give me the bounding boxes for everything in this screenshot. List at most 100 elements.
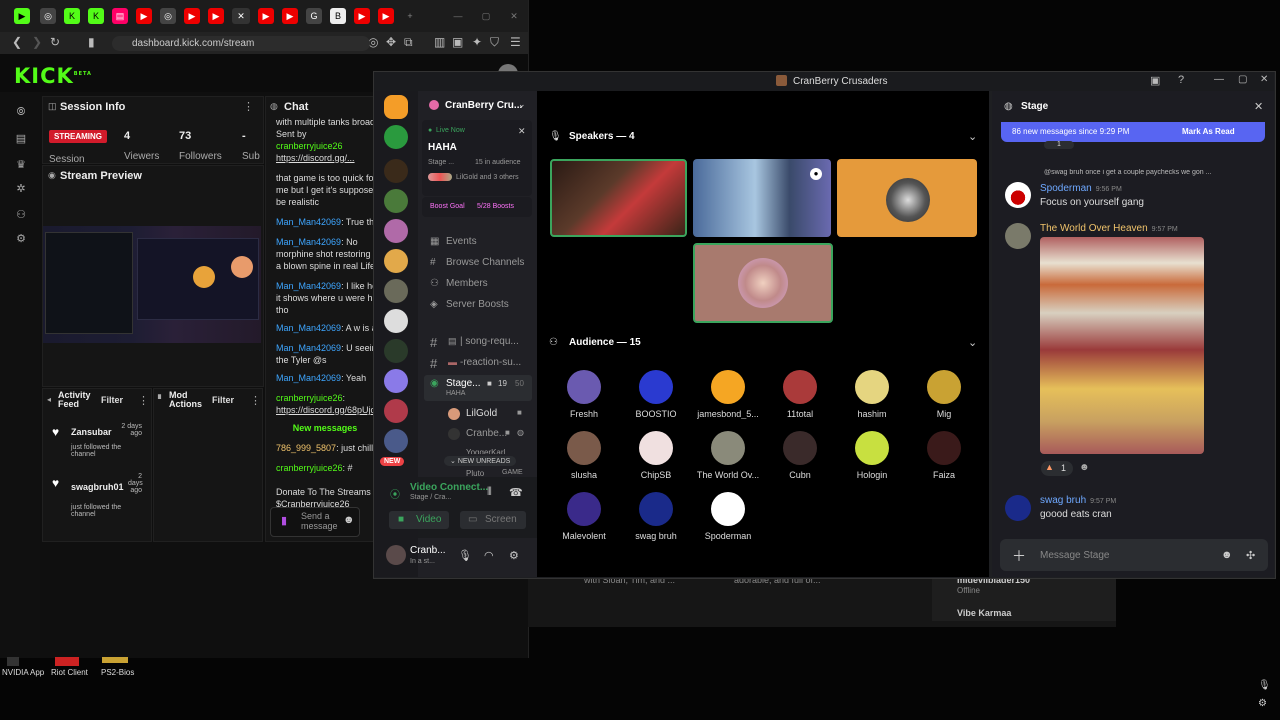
ps2-bios-icon[interactable]	[102, 657, 128, 663]
forward-icon[interactable]: ❯	[32, 35, 42, 49]
mic-icon[interactable]: 🎙	[1258, 680, 1271, 691]
audience-member[interactable]: slusha	[548, 431, 620, 480]
server-name[interactable]: CranBerry Cru...	[445, 100, 522, 111]
audience-member[interactable]: Mig	[908, 370, 980, 419]
tab-youtube-4[interactable]: ▶	[258, 8, 274, 24]
mod-filter-button[interactable]: Filter	[212, 395, 234, 405]
chat-username[interactable]: Man_Man42069	[276, 281, 341, 291]
stage-user[interactable]: Pluto	[466, 469, 484, 476]
audience-member[interactable]: swag bruh	[620, 492, 692, 541]
nvidia-app-icon[interactable]	[7, 657, 19, 666]
channel-song-requests[interactable]: | song-requ...	[460, 336, 519, 347]
smiley-icon[interactable]: ☻	[343, 514, 355, 526]
chat-username[interactable]: cranberryjuice26	[276, 393, 343, 403]
new-tab-icon[interactable]: +	[402, 8, 418, 24]
avatar[interactable]	[386, 545, 406, 565]
server-icon[interactable]	[384, 309, 408, 333]
tab-google[interactable]: G	[306, 8, 322, 24]
soundboard-icon[interactable]: ⦀	[487, 486, 492, 499]
tab-youtube-5[interactable]: ▶	[282, 8, 298, 24]
settings-icon[interactable]: ⚙	[1258, 698, 1267, 709]
inbox-icon[interactable]: ▣	[1150, 74, 1160, 87]
url-bar[interactable]: dashboard.kick.com/stream	[112, 36, 370, 51]
audience-member[interactable]: Spoderman	[692, 492, 764, 541]
audience-member[interactable]: The World Ov...	[692, 431, 764, 480]
activity-kebab-icon[interactable]: ⋮	[138, 394, 149, 407]
emoji-icon[interactable]: ☻	[1221, 549, 1233, 561]
tab-app[interactable]: ▤	[112, 8, 128, 24]
chevron-down-icon[interactable]: ⌄	[968, 130, 977, 143]
tab-youtube-7[interactable]: ▶	[378, 8, 394, 24]
server-icon[interactable]	[384, 159, 408, 183]
server-icon[interactable]	[384, 219, 408, 243]
tab-active-close-icon[interactable]: ✕	[232, 8, 250, 24]
tab-youtube-2[interactable]: ▶	[184, 8, 200, 24]
chat-username[interactable]: Man_Man42069	[276, 373, 341, 383]
close-icon[interactable]: ✕	[1254, 100, 1263, 113]
kick-logo[interactable]: KICKBETA	[14, 64, 92, 88]
settings-icon[interactable]: ⚙	[509, 549, 519, 562]
stage-user[interactable]: LilGold	[466, 408, 497, 419]
menu-browse-channels[interactable]: Browse Channels	[446, 257, 524, 268]
new-unreads-pill[interactable]: ⌄ NEW UNREADS	[444, 456, 517, 466]
back-icon[interactable]: ❮	[12, 35, 22, 49]
close-window-icon[interactable]: ✕	[506, 8, 522, 24]
tab-other[interactable]: B	[330, 8, 346, 24]
help-icon[interactable]: ?	[1178, 74, 1184, 86]
speaker-tile[interactable]	[550, 159, 687, 237]
stage-user[interactable]: Cranbe...	[466, 428, 507, 439]
audience-member[interactable]: jamesbond_5...	[692, 370, 764, 419]
discord-home-icon[interactable]	[384, 95, 408, 119]
food-photo[interactable]	[1040, 237, 1204, 454]
server-icon[interactable]	[384, 339, 408, 363]
stream-icon[interactable]: ⦾	[14, 106, 28, 120]
chat-username[interactable]: Man_Man42069	[276, 237, 341, 247]
reply-line[interactable]: @swag bruh once i get a couple paychecks…	[1044, 169, 1254, 176]
kebab-menu-icon[interactable]: ⋮	[243, 100, 254, 113]
chat-username[interactable]: Man_Man42069	[276, 217, 341, 227]
server-icon[interactable]	[384, 279, 408, 303]
menu-members[interactable]: Members	[446, 278, 488, 289]
reaction-pill[interactable]: 1	[1044, 141, 1074, 149]
emote-icon[interactable]: ▮	[281, 514, 287, 527]
riot-client-icon[interactable]	[55, 657, 79, 666]
maximize-icon[interactable]: ▢	[1238, 74, 1247, 85]
plus-icon[interactable]: ＋	[1012, 546, 1026, 566]
menu-icon[interactable]: ☰	[510, 35, 521, 49]
stage-user[interactable]: YoggerKarl...	[466, 448, 512, 454]
wallet-icon[interactable]: ▣	[452, 35, 463, 49]
tab-youtube-6[interactable]: ▶	[354, 8, 370, 24]
avatar[interactable]	[1005, 223, 1031, 249]
menu-server-boosts[interactable]: Server Boosts	[446, 299, 509, 310]
avatar[interactable]	[1005, 495, 1031, 521]
tab-chrome-2[interactable]: ◎	[160, 8, 176, 24]
collapse-icon[interactable]: ◂	[47, 395, 51, 404]
server-icon[interactable]	[384, 189, 408, 213]
menu-events[interactable]: Events	[446, 236, 477, 247]
desktop-icon-label[interactable]: NVIDIA App	[2, 668, 44, 677]
audience-member[interactable]: ChipSB	[620, 431, 692, 480]
tab-chrome[interactable]: ◎	[40, 8, 56, 24]
chat-username[interactable]: 786_999_5807	[276, 443, 336, 453]
desktop-icon-label[interactable]: Riot Client	[51, 668, 88, 677]
mic-icon[interactable]: 🎙	[458, 549, 472, 562]
close-icon[interactable]: ✕	[1260, 74, 1268, 85]
chat-username[interactable]: cranberryjuice26	[276, 141, 343, 151]
stream-preview-video[interactable]	[43, 226, 261, 343]
tab-youtube[interactable]: ▶	[136, 8, 152, 24]
channel-reaction[interactable]: -reaction-su...	[460, 357, 521, 368]
headset-icon[interactable]: ◠	[484, 549, 494, 562]
settings-icon[interactable]: ⚙	[14, 232, 28, 246]
audience-member[interactable]: Hologin	[836, 431, 908, 480]
chat-username[interactable]: Man_Man42069	[276, 323, 341, 333]
dashboard-icon[interactable]: ▤	[14, 132, 28, 146]
audience-member[interactable]: BOOSTIO	[620, 370, 692, 419]
server-icon[interactable]	[384, 125, 408, 149]
server-icon[interactable]	[384, 429, 408, 453]
trophy-icon[interactable]: ♛	[14, 158, 28, 172]
audience-member[interactable]: Faiza	[908, 431, 980, 480]
server-icon[interactable]	[384, 399, 408, 423]
audience-member[interactable]: Freshh	[548, 370, 620, 419]
tab-kick-2[interactable]: K	[64, 8, 80, 24]
moderation-icon[interactable]: ✲	[14, 182, 28, 196]
